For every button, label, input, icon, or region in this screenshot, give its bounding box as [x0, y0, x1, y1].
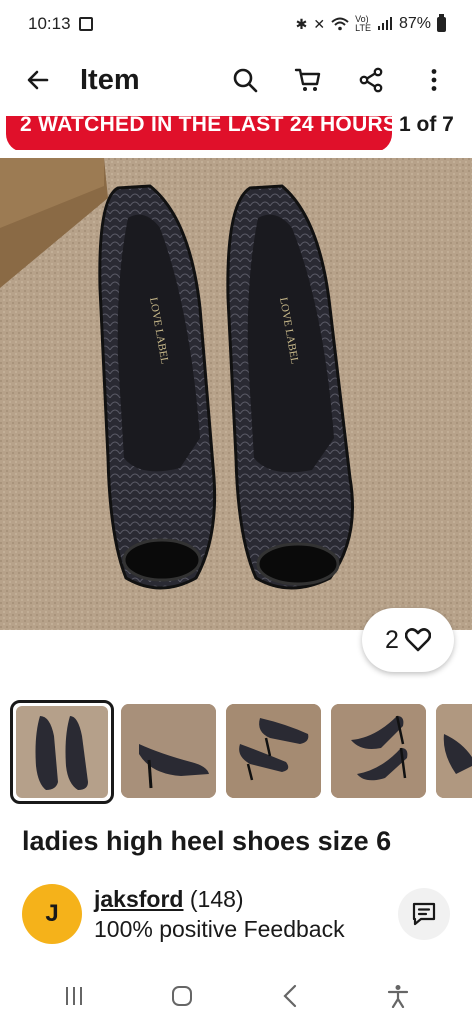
recents-icon — [66, 987, 82, 1005]
more-options-button[interactable] — [412, 58, 456, 102]
page-title: Item — [80, 63, 140, 96]
home-button[interactable] — [152, 974, 212, 1018]
search-icon — [233, 68, 258, 93]
status-bar: 10:13 ✱ ✕ Vo) LTE 87% — [0, 0, 472, 48]
watchers-banner-row: 2 WATCHED IN THE LAST 24 HOURS 1 of 7 — [0, 112, 472, 150]
seller-name-line: jaksford (148) — [94, 886, 244, 913]
watch-button[interactable]: 2 — [362, 608, 454, 672]
thumbnail-5[interactable] — [436, 704, 472, 798]
app-bar: Item — [0, 48, 472, 112]
battery-icon — [437, 13, 446, 32]
thumbnail-3[interactable] — [226, 704, 321, 798]
message-icon — [412, 902, 436, 926]
wifi-icon — [331, 17, 349, 31]
watchers-banner: 2 WATCHED IN THE LAST 24 HOURS — [6, 116, 392, 150]
mute-icon: ✕ — [313, 15, 326, 32]
system-nav-bar — [0, 968, 472, 1024]
watch-count: 2 — [385, 625, 399, 654]
back-nav-button[interactable] — [260, 974, 320, 1018]
bluetooth-icon: ✱ — [295, 15, 308, 32]
seller-info: J jaksford (148) 100% positive Feedback — [22, 882, 452, 946]
share-button[interactable] — [349, 58, 393, 102]
contact-seller-button[interactable] — [398, 888, 450, 940]
thumbnail-1[interactable] — [10, 700, 114, 804]
cart-icon — [294, 68, 321, 91]
home-icon — [172, 986, 192, 1006]
volte-icon: Vo) LTE — [355, 14, 371, 33]
search-button[interactable] — [223, 58, 267, 102]
seller-username-link[interactable]: jaksford — [94, 886, 183, 912]
thumbnail-4[interactable] — [331, 704, 426, 798]
cart-button[interactable] — [286, 58, 330, 102]
share-icon — [359, 67, 383, 93]
watchers-banner-text: 2 WATCHED IN THE LAST 24 HOURS — [20, 116, 392, 136]
accessibility-button[interactable] — [368, 974, 428, 1018]
item-main-image[interactable]: LOVE LABEL LOVE LABEL — [0, 158, 472, 630]
accessibility-icon — [387, 985, 409, 1008]
shoes-photo: LOVE LABEL LOVE LABEL — [0, 158, 472, 630]
seller-feedback-score: (148) — [189, 886, 244, 912]
gallery-icon — [78, 17, 93, 31]
recents-button[interactable] — [44, 974, 104, 1018]
status-time: 10:13 — [28, 14, 71, 33]
thumbnail-2[interactable] — [121, 704, 216, 798]
battery-percent: 87% — [398, 15, 431, 32]
thumbnail-strip — [0, 700, 472, 804]
more-vert-icon — [431, 69, 437, 91]
heart-icon — [404, 628, 431, 652]
item-title: ladies high heel shoes size 6 — [22, 826, 392, 856]
back-arrow-icon — [27, 70, 49, 90]
seller-avatar[interactable]: J — [22, 884, 82, 944]
seller-feedback-percent: 100% positive Feedback — [94, 916, 345, 942]
signal-icon — [377, 17, 392, 30]
back-icon — [283, 984, 297, 1008]
image-counter: 1 of 7 — [399, 113, 454, 136]
back-button[interactable] — [16, 58, 60, 102]
